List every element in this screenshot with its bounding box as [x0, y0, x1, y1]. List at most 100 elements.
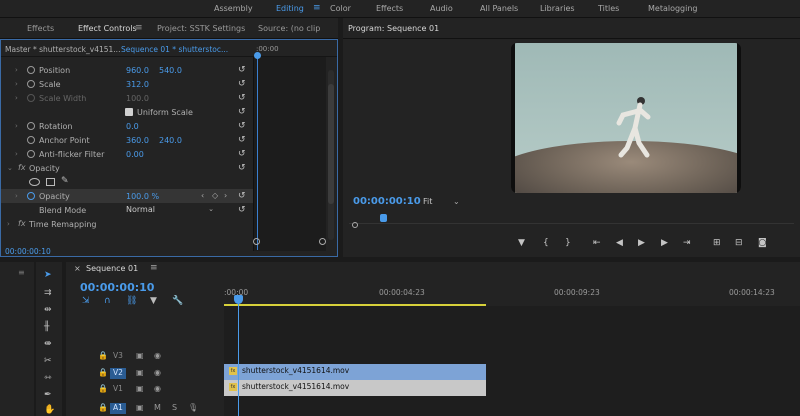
ec-timecode[interactable]: 00:00:00:10	[5, 247, 51, 256]
pen-tool-icon[interactable]: ✒	[44, 390, 52, 400]
tab-effect-controls[interactable]: Effect Controls	[78, 24, 137, 33]
track-name-v1[interactable]: V1	[110, 384, 126, 395]
snap-icon[interactable]: ∩	[104, 296, 111, 306]
clip-v1[interactable]: fx shutterstock_v4151614.mov	[224, 380, 486, 396]
overwrite-icon[interactable]: ⊟	[735, 238, 743, 248]
insert-icon[interactable]: ⊞	[713, 238, 721, 248]
mark-in-icon[interactable]: {	[543, 238, 549, 248]
workspace-assembly[interactable]: Assembly	[214, 4, 253, 13]
twirl-icon[interactable]: ›	[15, 66, 18, 74]
reset-icon[interactable]: ↺	[238, 205, 246, 215]
mute-button[interactable]: M	[154, 403, 161, 412]
linked-selection-icon[interactable]: ⛓	[126, 296, 137, 306]
ec-scrollbar[interactable]	[328, 70, 334, 240]
track-name-a1[interactable]: A1	[110, 403, 126, 414]
nest-toggle-icon[interactable]: ⇲	[82, 296, 90, 306]
twirl-down-icon[interactable]: ⌄	[7, 164, 13, 172]
stopwatch-icon[interactable]	[27, 66, 35, 74]
program-zoom-handle[interactable]	[352, 222, 358, 228]
rolling-edit-tool-icon[interactable]: ╫	[44, 322, 49, 332]
reset-icon[interactable]: ↺	[238, 93, 246, 103]
reset-icon[interactable]: ↺	[238, 163, 246, 173]
reset-icon[interactable]: ↺	[238, 65, 246, 75]
tab-project[interactable]: Project: SSTK Settings	[157, 24, 245, 33]
track-name-v3[interactable]: V3	[110, 351, 126, 362]
anchor-y-value[interactable]: 240.0	[159, 136, 182, 145]
program-timecode[interactable]: 00:00:00:10	[353, 196, 421, 207]
razor-tool-icon[interactable]: ✂	[44, 356, 52, 366]
sync-lock-icon[interactable]: ▣	[136, 384, 144, 393]
stopwatch-icon[interactable]	[27, 122, 35, 130]
ec-timeline-area[interactable]	[253, 57, 326, 251]
sync-lock-icon[interactable]: ▣	[136, 403, 144, 412]
sync-lock-icon[interactable]: ▣	[136, 351, 144, 360]
uniform-scale-checkbox[interactable]	[125, 108, 133, 116]
sync-lock-icon[interactable]: ▣	[136, 368, 144, 377]
lock-icon[interactable]: 🔒	[98, 403, 108, 412]
workspace-libraries[interactable]: Libraries	[540, 4, 575, 13]
program-playhead[interactable]	[380, 214, 387, 222]
reset-icon[interactable]: ↺	[238, 135, 246, 145]
workspace-all-panels[interactable]: All Panels	[480, 4, 518, 13]
tab-program[interactable]: Program: Sequence 01	[348, 24, 439, 33]
lock-icon[interactable]: 🔒	[98, 351, 108, 360]
blend-mode-select[interactable]: Normal ⌄	[126, 205, 216, 216]
lock-icon[interactable]: 🔒	[98, 384, 108, 393]
timeline-playhead[interactable]	[234, 295, 243, 304]
workspace-color[interactable]: Color	[330, 4, 351, 13]
timeline-settings-icon[interactable]: 🔧	[172, 296, 183, 306]
solo-button[interactable]: S	[172, 403, 177, 412]
anchor-x-value[interactable]: 360.0	[126, 136, 149, 145]
reset-icon[interactable]: ↺	[238, 121, 246, 131]
play-icon[interactable]: ▶	[638, 238, 645, 248]
workspace-effects[interactable]: Effects	[376, 4, 403, 13]
mark-out-icon[interactable]: }	[565, 238, 571, 248]
timeline-ruler[interactable]: :00:00 00:00:04:23 00:00:09:23 00:00:14:…	[224, 284, 800, 304]
timeline-timecode[interactable]: 00:00:00:10	[80, 281, 154, 294]
scale-value[interactable]: 312.0	[126, 80, 149, 89]
step-forward-icon[interactable]: ▶	[661, 238, 668, 248]
go-to-out-icon[interactable]: ⇥	[683, 238, 691, 248]
position-x-value[interactable]: 960.0	[126, 66, 149, 75]
master-clip-label[interactable]: Master * shutterstock_v4151...	[5, 45, 120, 54]
panel-menu-icon[interactable]: ≡	[135, 23, 143, 33]
workspace-metalogging[interactable]: Metalogging	[648, 4, 698, 13]
twirl-icon[interactable]: ›	[15, 122, 18, 130]
fx-icon[interactable]: fx	[18, 219, 26, 228]
tab-source[interactable]: Source: (no clip	[258, 24, 320, 33]
stopwatch-icon[interactable]	[27, 94, 35, 102]
slip-tool-icon[interactable]: ⇿	[44, 373, 52, 383]
eye-icon[interactable]: ◉	[154, 384, 161, 393]
workspace-audio[interactable]: Audio	[430, 4, 453, 13]
workspace-editing[interactable]: Editing	[276, 4, 304, 13]
zoom-fit-select[interactable]: Fit ⌄	[423, 197, 463, 206]
reset-icon[interactable]: ↺	[238, 107, 246, 117]
hand-tool-icon[interactable]: ✋	[44, 405, 55, 415]
add-marker-icon[interactable]: ▼	[150, 296, 157, 306]
track-select-tool-icon[interactable]: ⇉	[44, 288, 52, 298]
ripple-edit-tool-icon[interactable]: ⇹	[44, 305, 52, 315]
add-marker-icon[interactable]: ▼	[518, 238, 525, 248]
twirl-icon[interactable]: ›	[15, 80, 18, 88]
stopwatch-icon[interactable]	[27, 136, 35, 144]
selection-tool-icon[interactable]: ➤	[44, 270, 52, 280]
panel-menu-icon[interactable]: ≡	[18, 268, 25, 277]
close-tab-icon[interactable]: ×	[74, 264, 81, 273]
workspace-titles[interactable]: Titles	[598, 4, 619, 13]
timeline-menu-icon[interactable]: ≡	[150, 263, 158, 273]
pen-mask-icon[interactable]: ✎	[61, 176, 69, 186]
ec-playhead[interactable]	[254, 52, 261, 59]
microphone-icon[interactable]: 🎙	[188, 403, 198, 412]
stopwatch-icon[interactable]	[27, 150, 35, 158]
prev-keyframe-icon[interactable]: ‹	[201, 191, 204, 200]
track-name-v2[interactable]: V2	[110, 368, 126, 379]
program-time-ruler[interactable]	[349, 212, 794, 224]
workspace-menu-icon[interactable]: ≡	[313, 3, 321, 13]
twirl-icon[interactable]: ›	[7, 220, 10, 228]
sequence-clip-label[interactable]: Sequence 01 * shutterstoc...	[121, 45, 228, 54]
rate-stretch-tool-icon[interactable]: ⇼	[44, 339, 52, 349]
rotation-value[interactable]: 0.0	[126, 122, 139, 131]
twirl-icon[interactable]: ›	[15, 150, 18, 158]
go-to-in-icon[interactable]: ⇤	[593, 238, 601, 248]
tab-effects[interactable]: Effects	[27, 24, 54, 33]
